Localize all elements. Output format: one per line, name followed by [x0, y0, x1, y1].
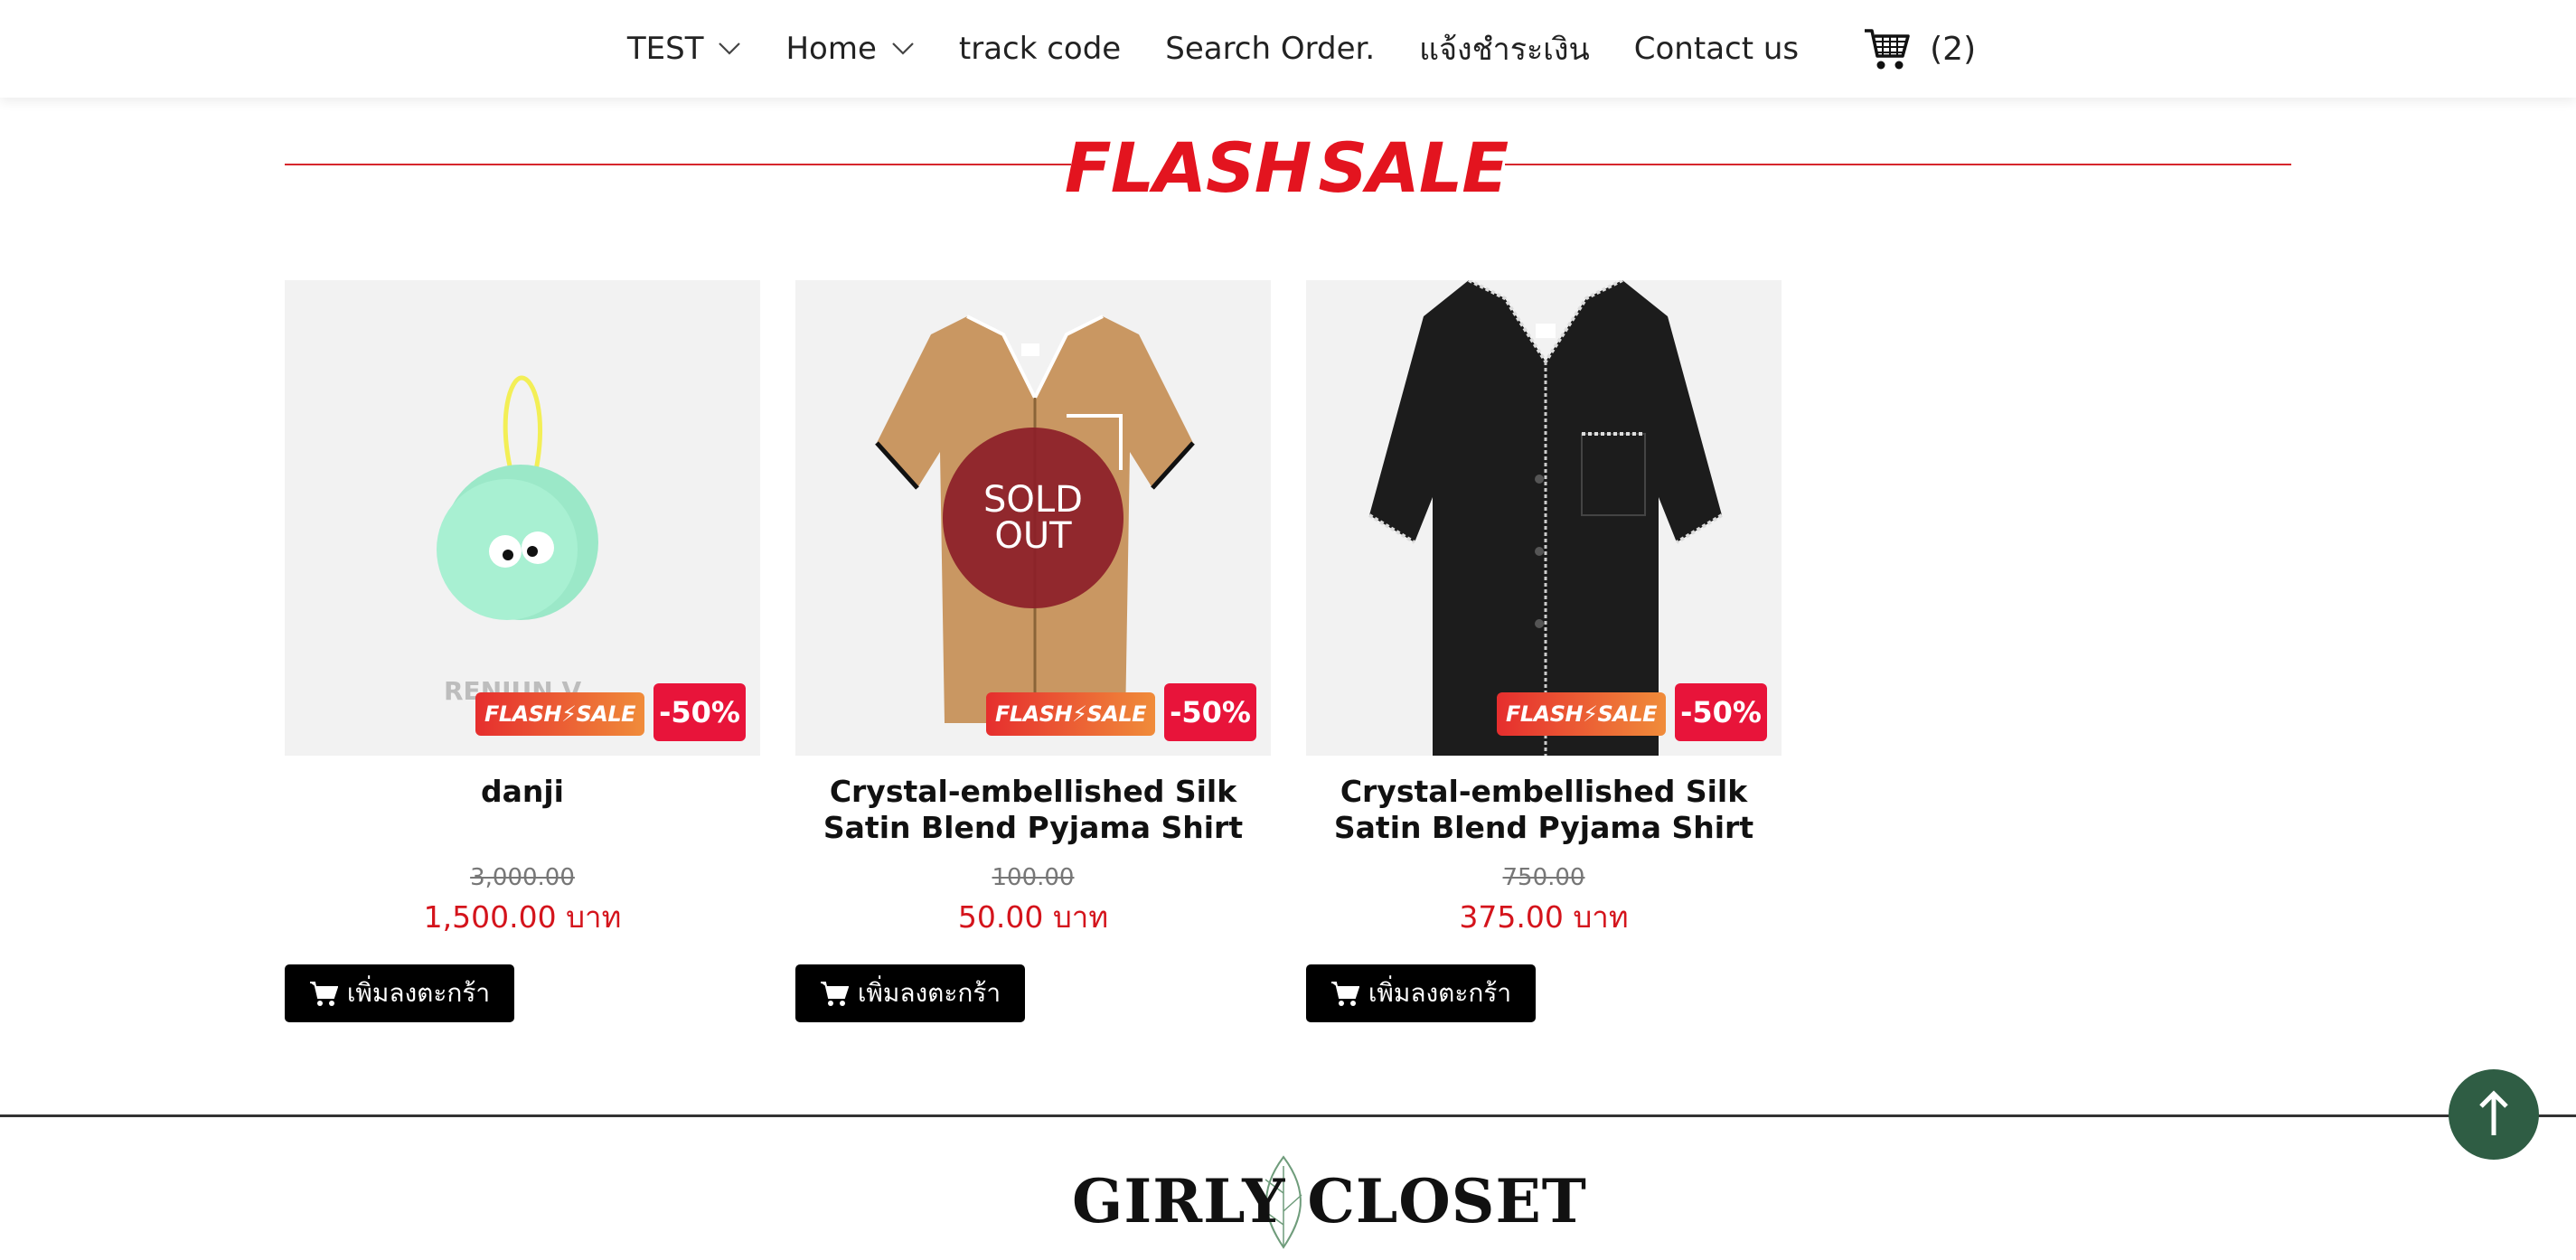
product-name[interactable]: danji [285, 774, 760, 846]
flash-sale-word-sale: SALE [1318, 127, 1509, 208]
flash-sale-badge: FLASH⚡SALE [475, 692, 644, 736]
add-to-cart-label: เพิ่มลงตะกร้า [346, 978, 491, 1008]
nav-menu: TEST Home track code Search Order. แจ้งช… [627, 24, 1976, 73]
sale-price: 1,500.00 บาท [423, 899, 622, 935]
product-card[interactable]: FLASH⚡SALE -50% Crystal-embellished Silk… [1306, 280, 1782, 1022]
chevron-down-icon [892, 42, 914, 55]
scroll-to-top-button[interactable] [2449, 1069, 2539, 1160]
chevron-down-icon [719, 42, 741, 55]
cart-count: (2) [1930, 30, 1977, 68]
flash-sale-divider-right [1505, 164, 2291, 165]
flash-sale-badge: FLASH⚡SALE [1496, 692, 1666, 736]
footer-logo[interactable]: GIRLY CLOSET [1072, 1166, 1587, 1236]
add-to-cart-button[interactable]: เพิ่มลงตะกร้า [285, 964, 514, 1022]
sale-price: 375.00 บาท [1459, 899, 1629, 935]
discount-badge: -50% [1675, 683, 1767, 741]
sale-price: 50.00 บาท [957, 899, 1109, 935]
nav-item-label: TEST [626, 31, 704, 67]
sold-out-overlay: SOLD OUT [943, 428, 1123, 608]
add-to-cart-button[interactable]: เพิ่มลงตะกร้า [795, 964, 1025, 1022]
shopping-cart-icon [1865, 29, 1910, 70]
add-to-cart-label: เพิ่มลงตะกร้า [1368, 978, 1512, 1008]
product-image[interactable]: SOLD OUT FLASH⚡SALE -50% [795, 280, 1271, 756]
top-navbar: TEST Home track code Search Order. แจ้งช… [0, 0, 2576, 98]
flash-sale-badge: FLASH⚡SALE [985, 692, 1155, 736]
product-card[interactable]: SOLD OUT FLASH⚡SALE -50% Crystal-embelli… [795, 280, 1271, 1022]
product-name[interactable]: Crystal-embellished Silk Satin Blend Pyj… [1306, 774, 1782, 846]
nav-item-label: Home [785, 31, 877, 67]
nav-item-payment-notify[interactable]: แจ้งชำระเงิน [1419, 24, 1590, 73]
add-to-cart-button[interactable]: เพิ่มลงตะกร้า [1306, 964, 1536, 1022]
product-image[interactable]: FLASH⚡SALE -50% [1306, 280, 1782, 756]
flash-sale-title: FLASH SALE [1065, 108, 1509, 226]
product-card[interactable]: RENJUN V FLASH⚡SALE -50% danji 3,000.00 … [285, 280, 760, 1022]
discount-badge: -50% [1164, 683, 1256, 741]
add-to-cart-label: เพิ่มลงตะกร้า [857, 978, 1001, 1008]
product-name[interactable]: Crystal-embellished Silk Satin Blend Pyj… [795, 774, 1271, 846]
nav-item-label: track code [958, 31, 1122, 67]
arrow-up-icon [2479, 1090, 2508, 1135]
cart-icon [309, 982, 338, 1006]
nav-item-home[interactable]: Home [785, 31, 914, 67]
nav-item-label: แจ้งชำระเงิน [1419, 32, 1590, 68]
nav-item-label: Contact us [1633, 31, 1800, 67]
cart-icon [1330, 982, 1359, 1006]
discount-badge: -50% [653, 683, 746, 741]
nav-item-test[interactable]: TEST [627, 31, 742, 67]
flash-sale-divider-left [285, 164, 1071, 165]
original-price: 750.00 [1502, 864, 1585, 891]
original-price: 3,000.00 [470, 864, 575, 891]
flash-sale-word-flash: FLASH [1064, 127, 1312, 208]
cart-icon [820, 982, 849, 1006]
product-image[interactable]: RENJUN V FLASH⚡SALE -50% [285, 280, 760, 756]
cart-button[interactable]: (2) [1863, 25, 1976, 72]
original-price: 100.00 [992, 864, 1075, 891]
nav-item-label: Search Order. [1165, 31, 1376, 67]
nav-item-contact[interactable]: Contact us [1634, 31, 1799, 67]
nav-item-track-code[interactable]: track code [959, 31, 1121, 67]
footer-divider [0, 1114, 2576, 1117]
nav-item-search-order[interactable]: Search Order. [1165, 31, 1375, 67]
